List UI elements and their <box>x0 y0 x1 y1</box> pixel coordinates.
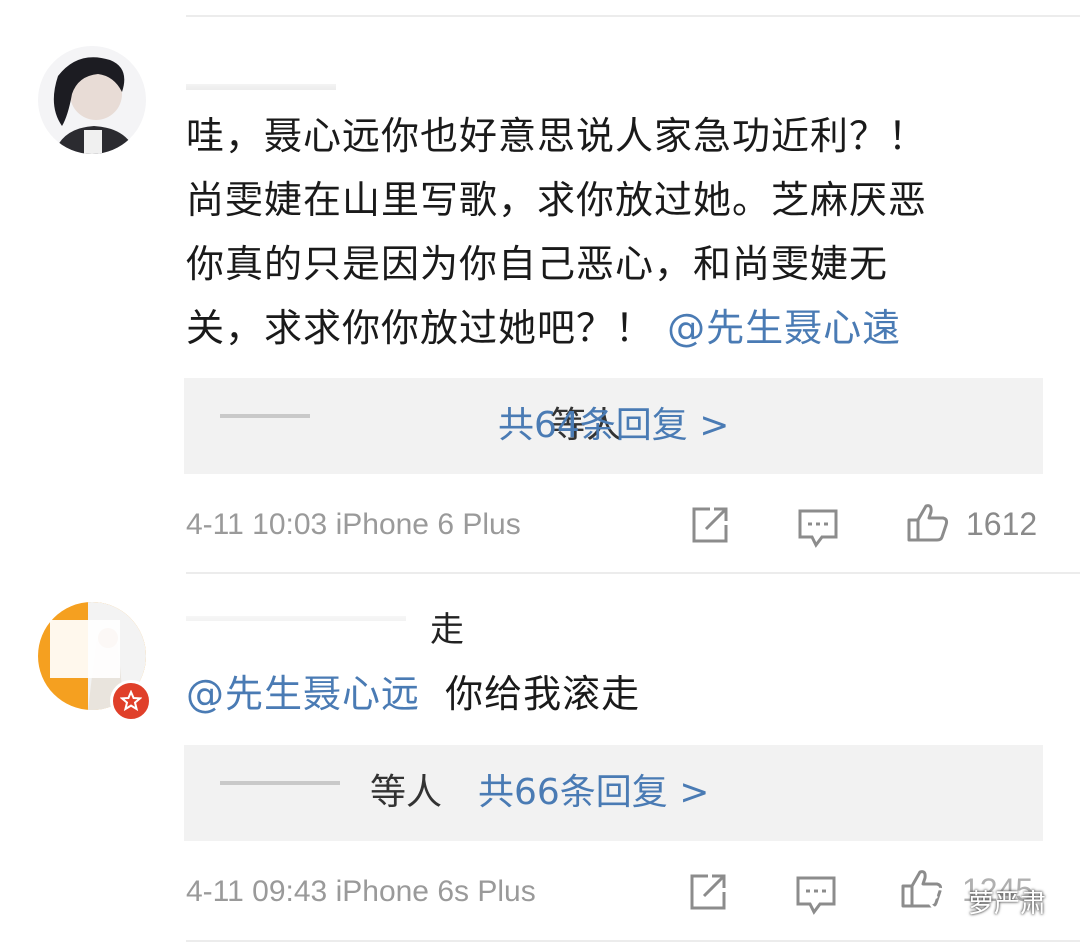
mention-link[interactable]: @先生聂心遠 <box>667 306 901 350</box>
comment-text: 你给我滚走 <box>445 672 641 716</box>
device: iPhone 6s Plus <box>335 875 536 908</box>
view-replies-link[interactable]: 共66条回复 > <box>478 769 709 817</box>
thumbs-up-icon[interactable] <box>906 500 950 544</box>
view-replies-link[interactable]: 共64条回复 > <box>498 402 729 450</box>
comment-line: 哇，聂心远你也好意思说人家急功近利？！ <box>186 114 928 158</box>
verified-star-icon <box>110 680 152 722</box>
watermark: 萝严肃 <box>926 883 1046 920</box>
reply-usernames-blurred <box>214 408 374 448</box>
reply-usernames-blurred <box>214 775 364 815</box>
divider <box>186 940 1080 942</box>
share-icon[interactable] <box>688 503 732 547</box>
timestamp: 4-11 09:43 <box>186 875 328 908</box>
username-blurred[interactable] <box>186 78 346 100</box>
reply-names-suffix: 等人 <box>370 772 443 813</box>
device: iPhone 6 Plus <box>335 508 521 541</box>
comment-feed: 哇，聂心远你也好意思说人家急功近利？！ 尚雯婕在山里写歌，求你放过她。芝麻厌恶 … <box>0 0 1080 948</box>
comment-meta: 4-11 09:43 iPhone 6s Plus <box>186 872 536 912</box>
replies-preview[interactable]: 等人 共64条回复 > <box>184 378 1043 474</box>
user-avatar[interactable] <box>38 46 146 154</box>
comment-body: @先生聂心远 你给我滚走 <box>186 662 1046 726</box>
comment-meta: 4-11 10:03 iPhone 6 Plus <box>186 505 521 545</box>
comment-line: 尚雯婕在山里写歌，求你放过她。芝麻厌恶 <box>186 178 928 222</box>
avatar-mask <box>50 620 120 678</box>
wechat-icon <box>927 887 958 914</box>
like-count: 1612 <box>966 506 1038 542</box>
watermark-text: 萝严肃 <box>967 889 1046 919</box>
replies-preview[interactable]: 等人 共66条回复 > <box>184 745 1043 841</box>
comment-body: 哇，聂心远你也好意思说人家急功近利？！ 尚雯婕在山里写歌，求你放过她。芝麻厌恶 … <box>186 104 1046 360</box>
comment-line: 你真的只是因为你自己恶心，和尚雯婕无 <box>186 242 889 286</box>
timestamp: 4-11 10:03 <box>186 508 328 541</box>
share-icon[interactable] <box>686 870 730 914</box>
comment-line: 关，求求你你放过她吧？！ @先生聂心遠 <box>186 296 1046 360</box>
divider <box>186 572 1080 574</box>
mention-link[interactable]: @先生聂心远 <box>186 672 420 716</box>
divider <box>186 15 1080 17</box>
comment-icon[interactable] <box>796 505 840 549</box>
username-visible-part[interactable]: 走 <box>430 608 464 652</box>
comment-line-text: 关，求求你你放过她吧？！ <box>186 306 655 350</box>
comment-icon[interactable] <box>794 872 838 916</box>
username-blurred[interactable] <box>186 606 426 650</box>
